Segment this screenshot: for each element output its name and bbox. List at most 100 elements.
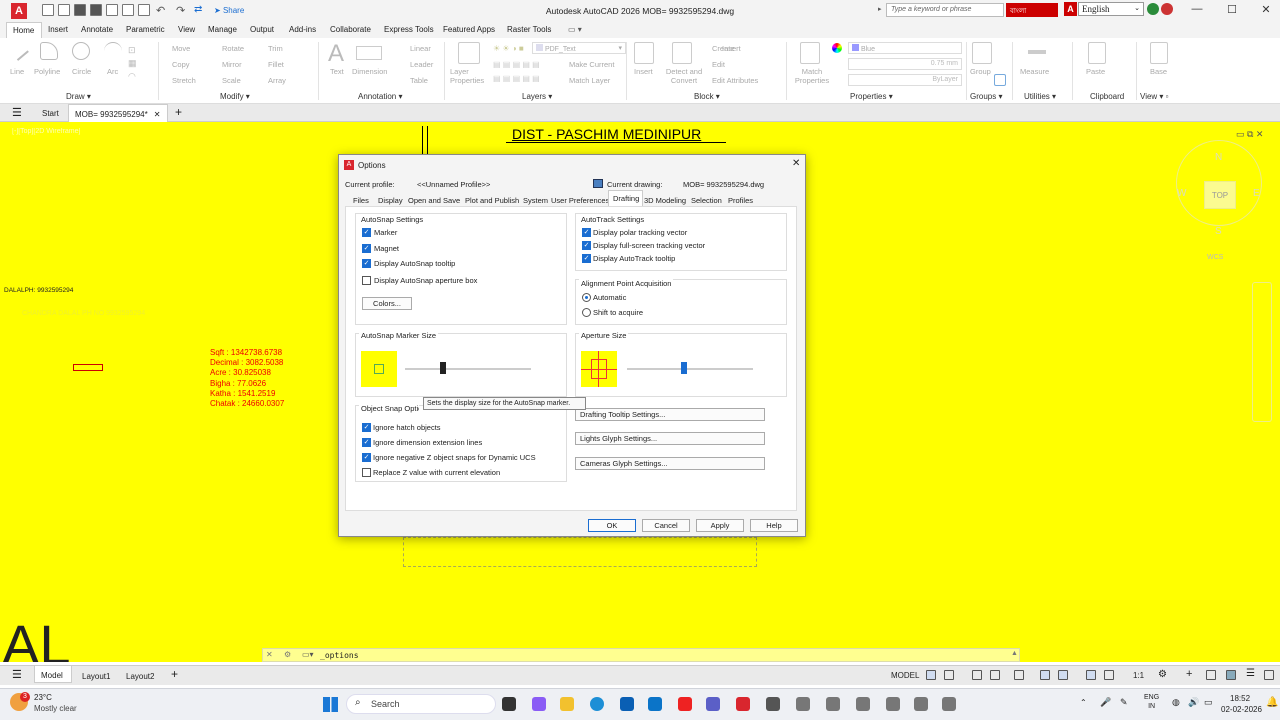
plus-icon[interactable]: + [1186, 668, 1192, 680]
tab-layout1[interactable]: Layout1 [82, 672, 110, 681]
annotation-scale[interactable]: 1:1 [1133, 671, 1144, 680]
stretch-tool[interactable]: Stretch [172, 76, 196, 85]
annotation-visibility-icon[interactable] [1086, 670, 1096, 680]
tab-home[interactable]: Home [6, 22, 42, 38]
isodraft-icon[interactable] [1014, 670, 1024, 680]
arc-tool-label[interactable]: Arc [107, 67, 118, 76]
cancel-button[interactable]: Cancel [642, 519, 690, 532]
viewcube-east[interactable]: E [1253, 188, 1260, 199]
viewcube-south[interactable]: S [1215, 226, 1222, 237]
input-language[interactable]: ENG IN [1144, 693, 1159, 711]
new-tab-icon[interactable]: + [175, 105, 182, 119]
tab-files[interactable]: Files [353, 196, 369, 205]
tab-profiles[interactable]: Profiles [728, 196, 753, 205]
scale-tool[interactable]: Scale [222, 76, 241, 85]
viewport-window-controls[interactable]: ▭ ⧉ ✕ [1236, 129, 1263, 140]
edge-icon[interactable] [590, 697, 604, 711]
microphone-icon[interactable]: 🎤 [1100, 697, 1111, 708]
array-tool[interactable]: Array [268, 76, 286, 85]
linear-tool[interactable]: Linear [410, 44, 431, 53]
object-snap-tracking-icon[interactable] [1040, 670, 1050, 680]
line-tool-label[interactable]: Line [10, 67, 24, 76]
app-icon-6[interactable] [914, 697, 928, 711]
base-view-icon[interactable] [1150, 42, 1168, 64]
layer-dropdown[interactable]: PDF_Text ▾ [532, 42, 626, 54]
circle-tool-label[interactable]: Circle [72, 67, 91, 76]
rotate-tool[interactable]: Rotate [222, 44, 244, 53]
match-layer-tool[interactable]: Match Layer [569, 76, 610, 85]
panel-utilities-label[interactable]: Utilities ▾ [1024, 92, 1056, 101]
grid-icon[interactable] [926, 670, 936, 680]
layer-tool-icons[interactable]: ▤ ▤ ▤ ▤ ▤ ▤ ▤ ▤ ▤ ▤ [493, 58, 540, 86]
snap-icon[interactable] [944, 670, 954, 680]
dimension-tool-icon[interactable] [356, 46, 382, 60]
tab-annotate[interactable]: Annotate [81, 25, 113, 34]
marker-checkbox[interactable]: ✓ [362, 228, 371, 237]
text-tool-icon[interactable]: A [328, 40, 344, 68]
colors-button[interactable]: Colors... [362, 297, 412, 310]
edit-attributes-tool[interactable]: Edit Attributes [712, 76, 758, 85]
marker-size-track[interactable] [405, 368, 531, 370]
file-explorer-icon[interactable] [560, 697, 574, 711]
ok-button[interactable]: OK [588, 519, 636, 532]
app-icon-2[interactable] [796, 697, 810, 711]
viewport-controls[interactable]: [-][Top][2D Wireframe] [12, 128, 80, 135]
replace-z-checkbox[interactable] [362, 468, 371, 477]
leader-tool[interactable]: Leader [410, 60, 433, 69]
tab-3d-modeling[interactable]: 3D Modeling [644, 196, 686, 205]
ortho-icon[interactable] [972, 670, 982, 680]
new-layout-icon[interactable]: + [171, 667, 178, 681]
panel-properties-label[interactable]: Properties ▾ [850, 92, 893, 101]
match-properties-icon[interactable] [800, 42, 820, 64]
layer-properties-icon[interactable] [458, 42, 480, 64]
arc-icon[interactable] [104, 42, 122, 60]
tab-selection[interactable]: Selection [691, 196, 722, 205]
weather-temp[interactable]: 23°C [34, 693, 52, 702]
layout-menu-icon[interactable]: ☰ [12, 668, 22, 681]
viewcube-west[interactable]: W [1177, 188, 1186, 199]
drawing-tab-active[interactable]: MOB= 9932595294* ✕ [68, 104, 168, 122]
group-label[interactable]: Group [970, 67, 991, 76]
tab-view[interactable]: View [178, 25, 195, 34]
detect-convert-icon[interactable] [672, 42, 692, 64]
store-icon[interactable] [620, 697, 634, 711]
polyline-tool-label[interactable]: Polyline [34, 67, 60, 76]
apply-button[interactable]: Apply [696, 519, 744, 532]
youtube-icon[interactable] [678, 697, 692, 711]
viewcube-top[interactable]: TOP [1204, 181, 1236, 209]
lights-glyph-settings-button[interactable]: Lights Glyph Settings... [575, 432, 765, 445]
command-history-icon[interactable]: ▲ [1011, 650, 1018, 657]
tab-insert[interactable]: Insert [48, 25, 68, 34]
circle-icon[interactable] [72, 42, 90, 60]
task-view-icon[interactable] [502, 697, 516, 711]
navigation-bar[interactable] [1252, 282, 1272, 422]
flag-red-icon[interactable] [1161, 3, 1173, 15]
drafting-tooltip-settings-button[interactable]: Drafting Tooltip Settings... [575, 408, 765, 421]
autocad-taskbar-icon[interactable] [736, 697, 750, 711]
tab-add-ins[interactable]: Add-ins [289, 25, 316, 34]
layer-state-icons[interactable]: ☀ ☀ ◑ ■ [493, 44, 524, 53]
tab-featured-apps[interactable]: Featured Apps [443, 25, 495, 34]
tab-plot-and-publish[interactable]: Plot and Publish [465, 196, 519, 205]
base-label[interactable]: Base [1150, 67, 1167, 76]
ignore-negz-checkbox[interactable]: ✓ [362, 453, 371, 462]
search-expand-icon[interactable]: ▸ [878, 5, 882, 13]
wcs-menu[interactable]: WCS [1207, 254, 1223, 261]
start-tab[interactable]: Start [42, 109, 59, 118]
pen-icon[interactable]: ✎ [1120, 697, 1128, 708]
flag-green-icon[interactable] [1147, 3, 1159, 15]
command-input[interactable]: _options [320, 651, 359, 660]
group-icon[interactable] [972, 42, 992, 64]
command-settings-icon[interactable]: ⚙ [284, 650, 291, 659]
close-tab-icon[interactable]: ✕ [154, 110, 161, 119]
measure-icon[interactable] [1028, 50, 1046, 54]
panel-draw-label[interactable]: Draw ▾ [66, 92, 91, 101]
dialog-close-icon[interactable]: ✕ [792, 158, 800, 169]
panel-groups-label[interactable]: Groups ▾ [970, 92, 1002, 101]
dimension-tool-label[interactable]: Dimension [352, 67, 387, 76]
minimize-icon[interactable]: — [1189, 3, 1205, 15]
marker-size-slider-thumb[interactable] [439, 362, 446, 374]
autosnap-tooltip-checkbox[interactable]: ✓ [362, 259, 371, 268]
layer-properties-label[interactable]: Layer Properties [450, 67, 490, 85]
magnet-checkbox[interactable]: ✓ [362, 244, 371, 253]
